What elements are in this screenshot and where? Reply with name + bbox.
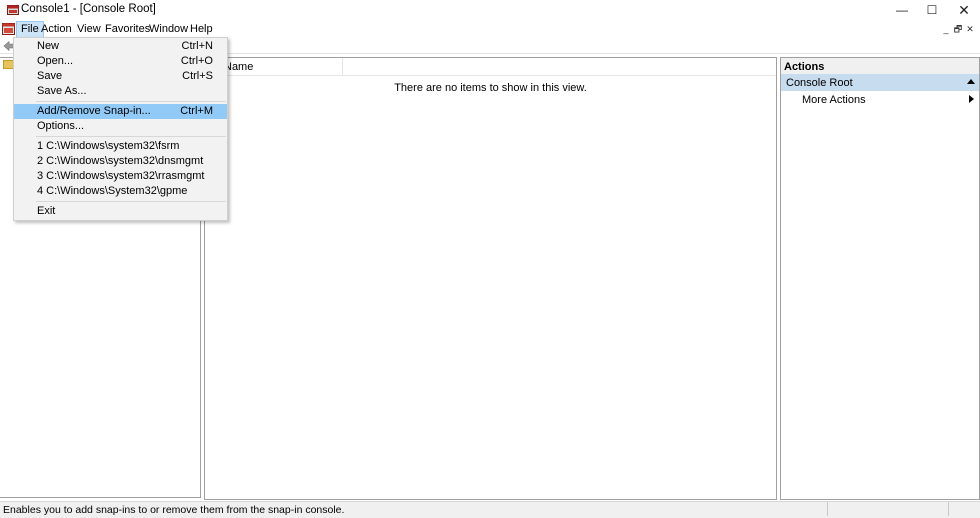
empty-view-message: There are no items to show in this view. — [394, 82, 587, 94]
results-pane[interactable] — [204, 57, 777, 500]
mdi-restore-button[interactable]: 🗗 — [952, 22, 964, 38]
close-button[interactable]: ✕ — [948, 0, 980, 21]
column-divider[interactable] — [342, 58, 343, 75]
column-header-name[interactable]: Name — [224, 61, 253, 73]
submenu-arrow-icon[interactable] — [969, 95, 974, 103]
status-separator — [827, 502, 828, 516]
menu-item-recent-2[interactable]: 2 C:\Windows\system32\dnsmgmt — [14, 154, 227, 169]
menu-item-recent-4[interactable]: 4 C:\Windows\System32\gpme — [14, 184, 227, 199]
menu-item-new[interactable]: New Ctrl+N — [14, 39, 227, 54]
window-title: Console1 - [Console Root] — [21, 3, 156, 15]
console-document-icon[interactable] — [2, 23, 15, 35]
collapse-triangle-icon[interactable] — [967, 79, 975, 84]
menu-separator — [36, 201, 226, 202]
menu-item-exit[interactable]: Exit — [14, 204, 227, 219]
menu-item-recent-3[interactable]: 3 C:\Windows\system32\rrasmgmt — [14, 169, 227, 184]
mdi-minimize-button[interactable]: _ — [940, 24, 952, 34]
actions-section-label[interactable]: Console Root — [786, 77, 853, 89]
menu-item-save-as[interactable]: Save As... — [14, 84, 227, 99]
menu-item-open[interactable]: Open... Ctrl+O — [14, 54, 227, 69]
menu-separator — [36, 136, 226, 137]
menu-help[interactable]: Help — [186, 21, 217, 38]
status-separator — [948, 502, 949, 516]
minimize-button[interactable]: — — [886, 0, 918, 21]
status-text: Enables you to add snap-ins to or remove… — [3, 504, 345, 516]
menu-item-options[interactable]: Options... — [14, 119, 227, 134]
maximize-button[interactable]: ☐ — [916, 0, 948, 21]
menu-separator — [36, 101, 226, 102]
menu-action[interactable]: Action — [37, 21, 76, 38]
mdi-window-controls: _ 🗗 ✕ — [940, 22, 980, 36]
mdi-close-button[interactable]: ✕ — [964, 24, 976, 35]
more-actions-item[interactable]: More Actions — [802, 94, 866, 106]
actions-pane — [780, 57, 980, 500]
actions-title: Actions — [784, 61, 825, 73]
column-header-row — [205, 58, 776, 76]
menu-item-save[interactable]: Save Ctrl+S — [14, 69, 227, 84]
mmc-app-icon[interactable] — [7, 4, 19, 16]
menu-item-recent-1[interactable]: 1 C:\Windows\system32\fsrm — [14, 139, 227, 154]
menu-view[interactable]: View — [73, 21, 105, 38]
menu-item-add-remove-snap-in[interactable]: Add/Remove Snap-in... Ctrl+M — [14, 104, 227, 119]
